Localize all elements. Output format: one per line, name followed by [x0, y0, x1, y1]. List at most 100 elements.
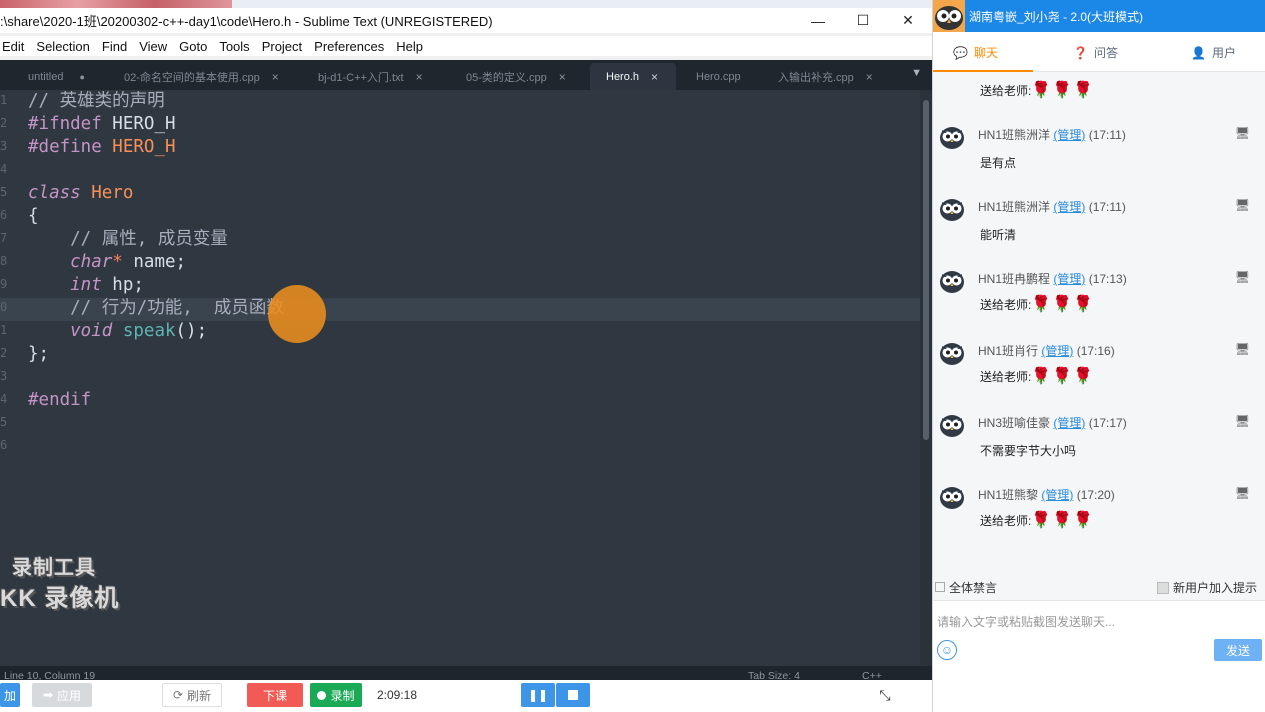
monitor-icon[interactable]: 🖥	[1235, 126, 1250, 140]
admin-tag-link[interactable]: (管理)	[1053, 200, 1085, 214]
stop-button[interactable]	[556, 683, 590, 707]
menu-find[interactable]: Find	[102, 39, 127, 54]
sender-name[interactable]: HN1班冉鹏程	[978, 272, 1050, 286]
sender-name[interactable]: HN1班熊黎	[978, 488, 1038, 502]
send-button[interactable]: 发送	[1214, 639, 1262, 661]
tab-intro-txt[interactable]: bj-d1-C++入门.txt ×	[318, 63, 438, 90]
monitor-icon[interactable]: 🖥	[1235, 414, 1250, 428]
apply-button[interactable]: ➡ 应用	[32, 683, 92, 707]
chat-input[interactable]: 请输入文字或粘贴截图发送聊天...	[933, 600, 1265, 638]
message-text: 送给老师:🌹🌹🌹	[980, 510, 1094, 530]
code-keyword: char	[28, 252, 113, 272]
code-line-5: class Hero	[28, 182, 133, 205]
close-icon[interactable]: ×	[559, 70, 566, 84]
line-number: 5	[0, 185, 8, 199]
message-body: 能听清	[980, 228, 1017, 242]
admin-tag-link[interactable]: (管理)	[1041, 344, 1073, 358]
code-class-name: Hero	[80, 183, 134, 203]
mute-all-checkbox[interactable]: 全体禁言	[935, 579, 997, 596]
pause-button[interactable]: ❚❚	[521, 683, 555, 707]
close-button[interactable]: ✕	[886, 8, 930, 33]
triangle-down-icon[interactable]: ▼	[911, 67, 922, 79]
end-class-button[interactable]: 下课	[247, 683, 303, 707]
gift-message-top: 送给老师:🌹🌹🌹	[980, 80, 1094, 100]
tab-users[interactable]: 👤 用户	[1191, 44, 1236, 61]
message-text: 能听清	[980, 226, 1016, 243]
chat-header: 湖南粤嵌_刘小尧 - 2.0(大班模式)	[933, 0, 1265, 32]
record-button[interactable]: 录制	[310, 683, 362, 707]
minimize-button[interactable]: —	[796, 8, 840, 33]
message-body: 不需要字节大小吗	[980, 444, 1077, 458]
close-icon[interactable]: ×	[866, 70, 873, 84]
message-text: 送给老师:🌹🌹🌹	[980, 294, 1094, 314]
stop-icon	[568, 690, 578, 700]
code-line-14: #endif	[28, 389, 91, 412]
tab-label: 入输出补充.cpp	[778, 71, 854, 84]
monitor-icon[interactable]: 🖥	[1235, 486, 1250, 500]
refresh-button[interactable]: ⟳ 刷新	[162, 683, 222, 707]
close-icon[interactable]: ×	[416, 70, 423, 84]
sender-name[interactable]: HN1班肖行	[978, 344, 1038, 358]
tab-qa[interactable]: ❓ 问答	[1073, 44, 1118, 61]
sender-name[interactable]: HN1班熊洲洋	[978, 128, 1050, 142]
message-text: 不需要字节大小吗	[980, 442, 1076, 459]
admin-tag-link[interactable]: (管理)	[1053, 272, 1085, 286]
message-time: (17:11)	[1088, 128, 1126, 142]
chat-tabs: 💬 聊天 ❓ 问答 👤 用户	[933, 32, 1265, 72]
chat-panel: 湖南粤嵌_刘小尧 - 2.0(大班模式) 💬 聊天 ❓ 问答 👤 用户 送给老师:🌹🌹…	[932, 0, 1265, 712]
code-comment: // 行为/功能, 成员函数	[28, 298, 284, 318]
owl-avatar-icon	[939, 124, 965, 150]
expand-icon[interactable]: ⤡	[874, 683, 896, 707]
tab-namespace-cpp[interactable]: 02-命名空间的基本使用.cpp ×	[124, 63, 294, 90]
line-number: 4	[0, 162, 8, 176]
message-list[interactable]: 送给老师:🌹🌹🌹 HN1班熊洲洋 (管理) (17:11) 🖥 是有点 HN1班熊洲洋…	[933, 72, 1265, 577]
line-number: 1	[0, 323, 8, 337]
menu-project[interactable]: Project	[262, 39, 302, 54]
menu-edit[interactable]: Edit	[2, 39, 24, 54]
menu-view[interactable]: View	[139, 39, 167, 54]
checkbox-icon	[935, 582, 945, 592]
code-line-1: // 英雄类的声明	[28, 90, 165, 113]
code-editor[interactable]: 1 2 3 4 5 6 7 8 9 0 1 2 3 4 5 6 // 英雄类的声明 #ifndef HERO_…	[0, 90, 920, 666]
menu-goto[interactable]: Goto	[179, 39, 207, 54]
scrollbar-thumb[interactable]	[923, 100, 929, 440]
refresh-label: 刷新	[187, 688, 212, 703]
chat-header-title: 湖南粤嵌_刘小尧 - 2.0(大班模式)	[969, 10, 1144, 24]
admin-tag-link[interactable]: (管理)	[1053, 128, 1085, 142]
menu-tools[interactable]: Tools	[219, 39, 249, 54]
tab-hero-h[interactable]: Hero.h ×	[590, 63, 676, 90]
unsaved-dot-icon[interactable]: ●	[79, 72, 84, 82]
vertical-scrollbar[interactable]	[920, 90, 932, 666]
new-user-tip-checkbox[interactable]: 新用户加入提示	[1157, 579, 1257, 596]
add-button[interactable]: 加	[0, 683, 20, 707]
owl-avatar-icon	[939, 340, 965, 366]
monitor-icon[interactable]: 🖥	[1235, 270, 1250, 284]
tab-class-def-cpp[interactable]: 05-类的定义.cpp ×	[466, 63, 576, 90]
close-icon[interactable]: ×	[272, 70, 279, 84]
menu-selection[interactable]: Selection	[36, 39, 89, 54]
tab-users-label: 用户	[1211, 46, 1236, 60]
menu-help[interactable]: Help	[396, 39, 423, 54]
admin-tag-link[interactable]: (管理)	[1053, 416, 1085, 430]
mouse-cursor-highlight	[268, 285, 326, 343]
code-line-8: char* name;	[28, 251, 186, 274]
sender-name[interactable]: HN3班喻佳豪	[978, 416, 1050, 430]
tab-chat[interactable]: 💬 聊天	[953, 44, 998, 61]
window-title: :\share\2020-1班\20200302-c++-day1\code\H…	[0, 14, 493, 29]
rose-icons: 🌹🌹🌹	[1031, 368, 1095, 385]
code-macro-name: HERO_H	[101, 114, 176, 134]
tab-hero-cpp[interactable]: Hero.cpp	[696, 63, 766, 90]
sender-name[interactable]: HN1班熊洲洋	[978, 200, 1050, 214]
monitor-icon[interactable]: 🖥	[1235, 198, 1250, 212]
message-body: 送给老师:	[980, 298, 1032, 312]
maximize-button[interactable]: ☐	[841, 8, 885, 33]
emoji-icon[interactable]: ☺	[937, 640, 957, 660]
menu-preferences[interactable]: Preferences	[314, 39, 384, 54]
monitor-icon[interactable]: 🖥	[1235, 342, 1250, 356]
user-icon: 👤	[1191, 45, 1206, 60]
admin-tag-link[interactable]: (管理)	[1041, 488, 1073, 502]
question-icon: ❓	[1073, 45, 1088, 60]
close-icon[interactable]: ×	[651, 70, 658, 84]
tab-io-cpp[interactable]: 入输出补充.cpp ×	[778, 63, 878, 90]
tab-untitled[interactable]: untitled ●	[28, 63, 98, 90]
